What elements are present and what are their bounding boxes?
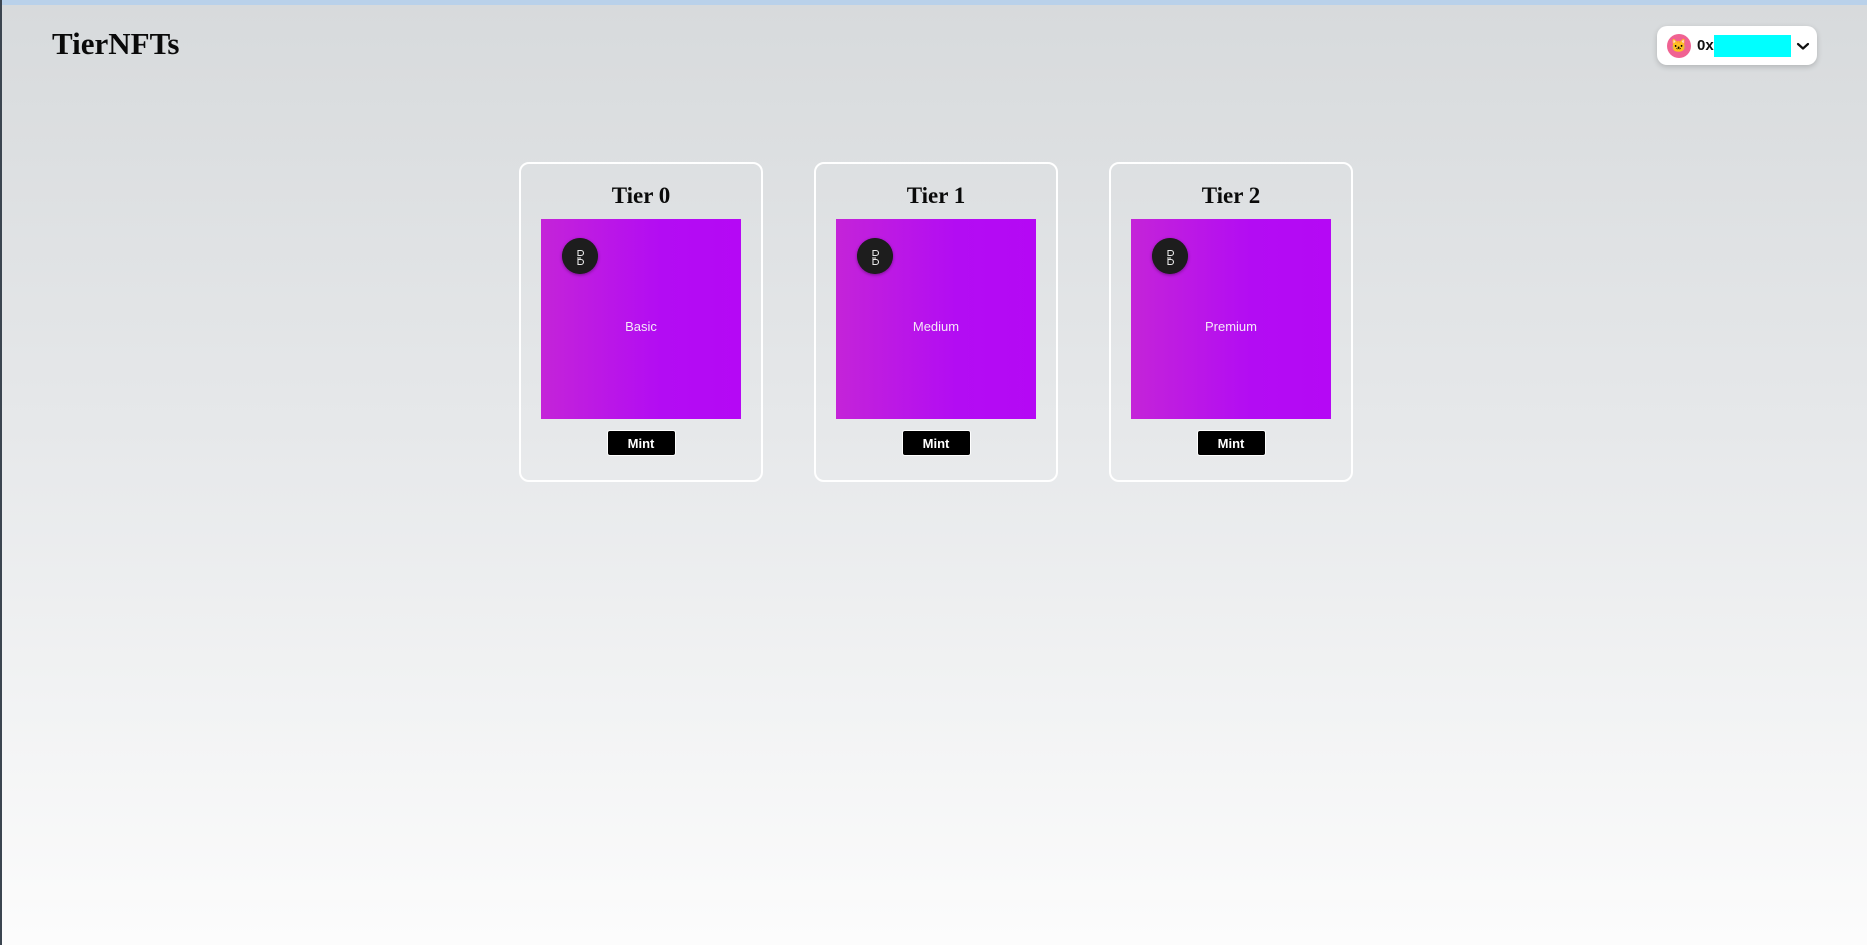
nft-tier-label: Medium bbox=[912, 319, 960, 334]
wallet-account-button[interactable]: 🐱 0x bbox=[1657, 26, 1817, 65]
nft-image: Medium bbox=[836, 219, 1036, 419]
tier-title: Tier 1 bbox=[906, 183, 966, 208]
chevron-down-icon bbox=[1796, 42, 1809, 50]
tier-title: Tier 2 bbox=[1201, 183, 1261, 208]
account-address-redacted bbox=[1713, 34, 1791, 57]
tier-card: Tier 2 Premium Mint bbox=[1109, 162, 1353, 482]
cat-face-icon: 🐱 bbox=[1667, 33, 1691, 58]
tier-card-list: Tier 0 Basic Mint Tier 1 Medium Mint Tie… bbox=[519, 162, 1353, 482]
window-left-edge bbox=[0, 0, 2, 945]
tier-title: Tier 0 bbox=[611, 183, 671, 208]
nft-image: Premium bbox=[1131, 219, 1331, 419]
nft-tier-label: Premium bbox=[1204, 319, 1257, 334]
nft-image: Basic bbox=[541, 219, 741, 419]
face-badge-icon bbox=[562, 238, 598, 274]
browser-top-border bbox=[0, 0, 1867, 5]
mint-button[interactable]: Mint bbox=[1196, 430, 1266, 456]
mint-button[interactable]: Mint bbox=[606, 430, 676, 456]
face-badge-icon bbox=[1152, 238, 1188, 274]
brand-title: TierNFTs bbox=[52, 26, 180, 61]
mint-button[interactable]: Mint bbox=[901, 430, 971, 456]
account-address-prefix: 0x bbox=[1697, 37, 1714, 54]
tier-card: Tier 1 Medium Mint bbox=[814, 162, 1058, 482]
tier-card: Tier 0 Basic Mint bbox=[519, 162, 763, 482]
nft-tier-label: Basic bbox=[625, 319, 657, 334]
face-badge-icon bbox=[857, 238, 893, 274]
